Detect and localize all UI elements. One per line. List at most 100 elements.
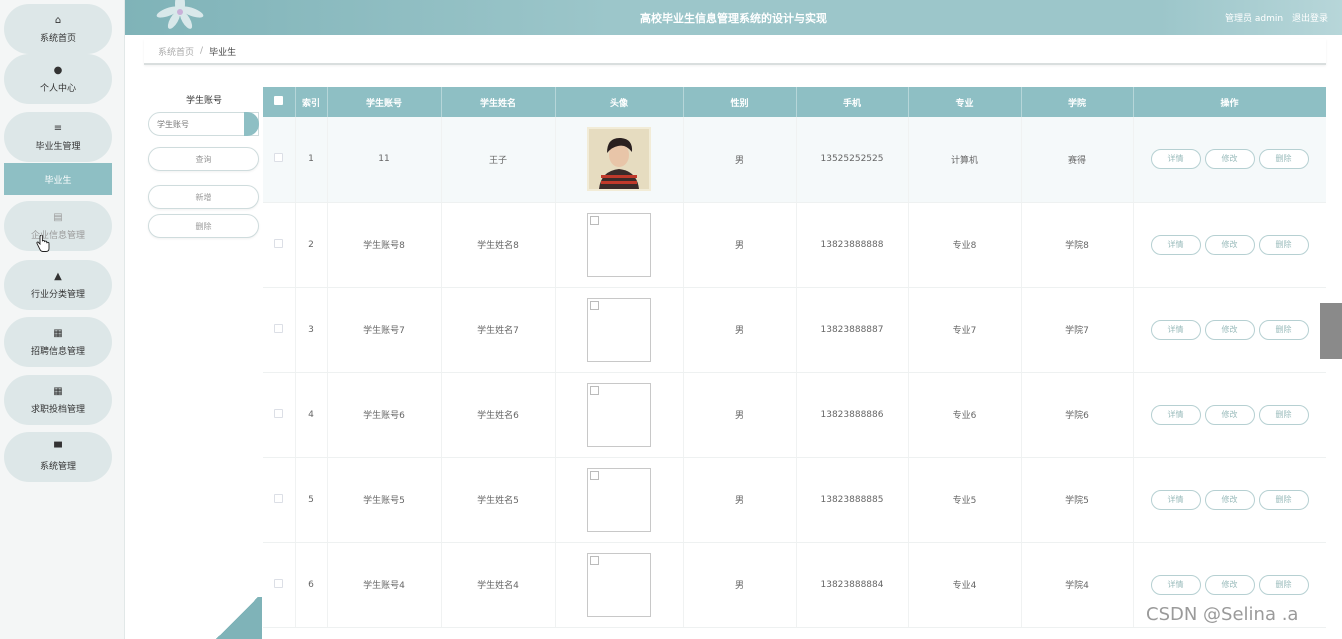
row-select-cell — [263, 287, 296, 373]
cell-avatar — [555, 457, 684, 543]
cell-college: 学院4 — [1021, 542, 1134, 628]
edit-button[interactable]: 修改 — [1204, 404, 1255, 425]
edit-button[interactable]: 修改 — [1204, 574, 1255, 595]
add-button[interactable]: 新增 — [148, 185, 259, 209]
detail-button[interactable]: 详情 — [1150, 489, 1201, 510]
row-checkbox[interactable] — [274, 153, 284, 163]
cell-account: 学生账号6 — [327, 372, 442, 458]
sidebar-item-personal[interactable]: ● 个人中心 — [4, 54, 112, 104]
sidebar-item-company[interactable]: ▤ 企业信息管理 — [4, 201, 112, 251]
sidebar-item-label: 求职投档管理 — [30, 404, 85, 415]
cell-gender: 男 — [683, 202, 797, 288]
cell-gender: 男 — [683, 457, 797, 543]
cell-phone: 13823888884 — [796, 542, 909, 628]
row-checkbox[interactable] — [274, 408, 284, 418]
cell-index: 3 — [295, 287, 328, 373]
broken-image-icon — [590, 385, 599, 395]
breadcrumb-home[interactable]: 系统首页 — [158, 45, 194, 58]
batch-delete-button[interactable]: 删除 — [148, 214, 259, 238]
sidebar-item-industry[interactable]: ▲ 行业分类管理 — [4, 260, 112, 310]
avatar-broken-image — [587, 467, 651, 532]
cell-actions: 详情 修改 删除 — [1133, 202, 1326, 288]
cell-avatar — [555, 117, 684, 203]
edit-button[interactable]: 修改 — [1204, 149, 1255, 170]
decorative-corner — [212, 597, 262, 639]
row-checkbox[interactable] — [274, 578, 284, 588]
cell-index: 5 — [295, 457, 328, 543]
sidebar-item-label: 个人中心 — [39, 83, 76, 94]
avatar-broken-image — [587, 297, 651, 362]
top-header: 高校毕业生信息管理系统的设计与实现 管理员 admin 退出登录 — [125, 0, 1342, 35]
cell-actions: 详情 修改 删除 — [1133, 117, 1326, 203]
table-row: 5 学生账号5 学生姓名5 男 13823888885 专业5 学院5 详情 修改 删除 — [263, 457, 1326, 543]
delete-button[interactable]: 删除 — [1258, 319, 1309, 340]
sidebar-item-label: 系统首页 — [39, 33, 76, 44]
sidebar-item-label: 行业分类管理 — [30, 289, 85, 300]
cell-avatar — [555, 542, 684, 628]
column-header: 操作 — [1133, 87, 1326, 117]
sidebar-item-label: 系统管理 — [39, 461, 76, 472]
delete-button[interactable]: 删除 — [1258, 574, 1309, 595]
detail-button[interactable]: 详情 — [1150, 404, 1201, 425]
column-header: 专业 — [908, 87, 1022, 117]
edit-button[interactable]: 修改 — [1204, 319, 1255, 340]
delete-button[interactable]: 删除 — [1258, 234, 1309, 255]
sidebar-item-home[interactable]: ⌂ 系统首页 — [4, 4, 112, 54]
watermark: CSDN @Selina .a — [1146, 604, 1299, 625]
cell-college: 学院8 — [1021, 202, 1134, 288]
select-all-header[interactable] — [263, 87, 296, 117]
sidebar-item-label: 毕业生管理 — [35, 141, 81, 152]
detail-button[interactable]: 详情 — [1150, 574, 1201, 595]
breadcrumb: 系统首页 / 毕业生 — [144, 39, 1326, 65]
sidebar-item-applications[interactable]: ▦ 求职投档管理 — [4, 375, 112, 425]
row-checkbox[interactable] — [274, 323, 284, 333]
delete-button[interactable]: 删除 — [1258, 489, 1309, 510]
sidebar: ⌂ 系统首页 ● 个人中心 ≡ 毕业生管理 毕业生 ▤ 企业信息管理 ▲ 行业分… — [0, 0, 125, 639]
row-select-cell — [263, 542, 296, 628]
cell-account: 学生账号8 — [327, 202, 442, 288]
cell-phone: 13823888888 — [796, 202, 909, 288]
cell-avatar — [555, 202, 684, 288]
query-button[interactable]: 查询 — [148, 147, 259, 171]
delete-button[interactable]: 删除 — [1258, 149, 1309, 170]
avatar-broken-image — [587, 382, 651, 447]
monitor-icon: ▀ — [54, 442, 62, 454]
cell-account: 学生账号4 — [327, 542, 442, 628]
detail-button[interactable]: 详情 — [1150, 234, 1201, 255]
sidebar-subitem-graduate[interactable]: 毕业生 — [4, 163, 112, 195]
side-drawer-tab[interactable] — [1320, 303, 1342, 359]
sidebar-item-graduates[interactable]: ≡ 毕业生管理 — [4, 112, 112, 162]
edit-button[interactable]: 修改 — [1204, 234, 1255, 255]
breadcrumb-current: 毕业生 — [209, 47, 237, 58]
cell-phone: 13823888885 — [796, 457, 909, 543]
cell-gender: 男 — [683, 372, 797, 458]
sidebar-item-system[interactable]: ▀ 系统管理 — [4, 432, 112, 482]
broken-image-icon — [590, 300, 599, 310]
cell-gender: 男 — [683, 287, 797, 373]
row-checkbox[interactable] — [274, 493, 284, 503]
sidebar-item-recruitment[interactable]: ▦ 招聘信息管理 — [4, 317, 112, 367]
column-header: 头像 — [555, 87, 684, 117]
cell-name: 学生姓名5 — [441, 457, 556, 543]
cell-account: 学生账号5 — [327, 457, 442, 543]
avatar — [587, 127, 651, 192]
cell-avatar — [555, 287, 684, 373]
detail-button[interactable]: 详情 — [1150, 149, 1201, 170]
student-account-search-input[interactable] — [148, 112, 259, 136]
cell-major: 专业8 — [908, 202, 1022, 288]
column-header: 学生姓名 — [441, 87, 556, 117]
delete-button[interactable]: 删除 — [1258, 404, 1309, 425]
row-select-cell — [263, 372, 296, 458]
detail-button[interactable]: 详情 — [1150, 319, 1201, 340]
cell-account: 学生账号7 — [327, 287, 442, 373]
doc-icon: ▤ — [53, 211, 63, 223]
select-all-checkbox[interactable] — [274, 96, 284, 105]
cell-actions: 详情 修改 删除 — [1133, 457, 1326, 543]
edit-button[interactable]: 修改 — [1204, 489, 1255, 510]
logout-link[interactable]: 退出登录 — [1292, 14, 1328, 24]
row-checkbox[interactable] — [274, 238, 284, 248]
table-row: 3 学生账号7 学生姓名7 男 13823888887 专业7 学院7 详情 修改 删除 — [263, 287, 1326, 373]
cell-name: 学生姓名7 — [441, 287, 556, 373]
grid-icon: ▦ — [53, 327, 63, 339]
cell-name: 学生姓名6 — [441, 372, 556, 458]
